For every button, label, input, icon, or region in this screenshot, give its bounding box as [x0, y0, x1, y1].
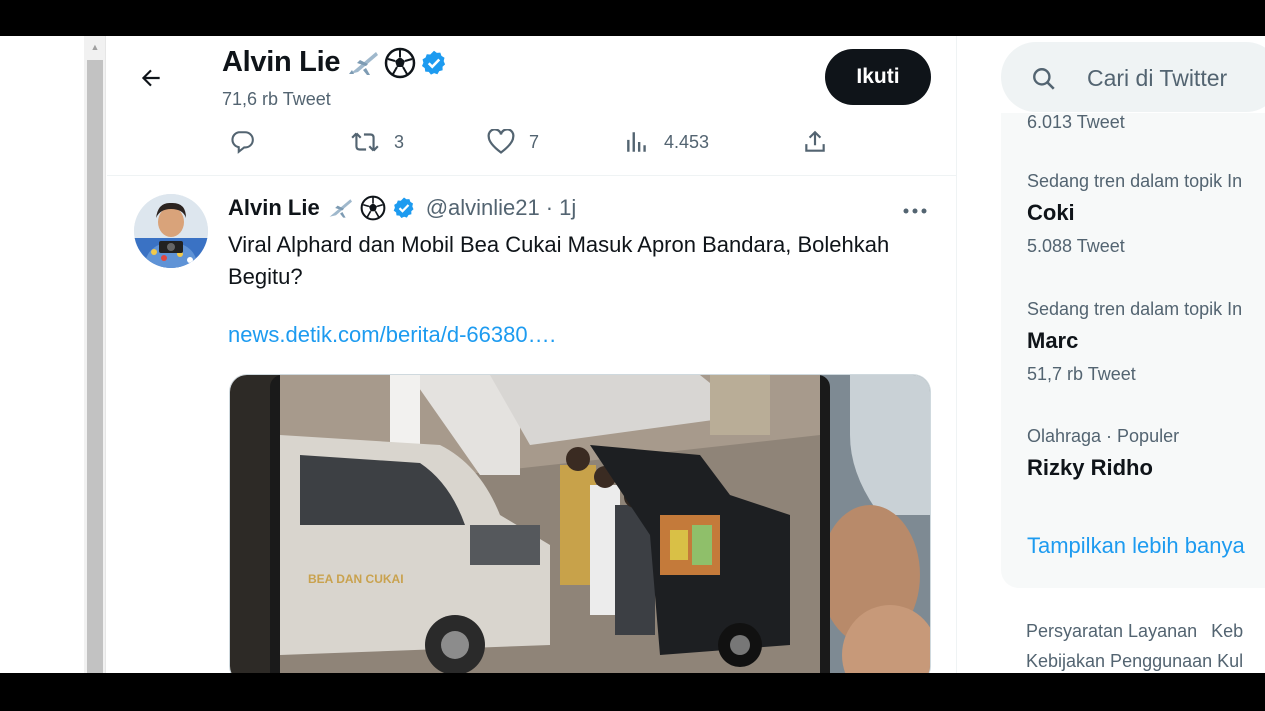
airplane-emoji-icon [329, 199, 352, 218]
letterbox-bottom [0, 673, 1265, 711]
trends-panel: 6.013 Tweet Sedang tren dalam topik In C… [1001, 113, 1265, 588]
trend-item[interactable]: Olahraga · Populer Rizky Ridho [1027, 426, 1265, 481]
profile-tweet-count: 71,6 rb Tweet [222, 89, 331, 109]
scroll-up-arrow-icon[interactable]: ▲ [84, 40, 106, 54]
trend-count: 51,7 rb Tweet [1027, 364, 1136, 384]
reply-button[interactable] [229, 124, 255, 160]
trend-name: Coki [1027, 200, 1075, 225]
browser-viewport: ▲ Alvin Lie 71,6 rb Tweet Ikuti 3 7 4.45… [0, 36, 1265, 673]
retweet-count: 3 [394, 131, 405, 152]
footer-link-usage-policy[interactable]: Kebijakan Penggunaan Kul [1026, 651, 1243, 671]
trend-meta: Olahraga · Populer [1027, 426, 1180, 446]
soccer-ball-emoji-icon [360, 195, 386, 221]
follow-button[interactable]: Ikuti [825, 49, 931, 105]
tweet-author-name[interactable]: Alvin Lie [228, 195, 320, 221]
soccer-ball-emoji-icon [384, 47, 416, 78]
views-chart-icon [627, 132, 646, 152]
tweet-action-bar: 3 7 4.453 [107, 124, 957, 160]
back-button[interactable] [131, 58, 171, 98]
back-arrow-icon [141, 69, 160, 87]
retweet-button[interactable]: 3 [350, 124, 404, 160]
footer-link-terms[interactable]: Persyaratan Layanan [1026, 621, 1197, 641]
like-count: 7 [529, 131, 540, 152]
trend-meta: Sedang tren dalam topik In [1027, 171, 1243, 191]
avatar-photo [134, 194, 208, 268]
share-icon [805, 130, 825, 152]
share-button[interactable] [802, 124, 828, 160]
verified-badge-icon [422, 50, 446, 75]
tweet-image[interactable]: BEA DAN CUKAI [229, 374, 931, 673]
views-button[interactable]: 4.453 [624, 124, 709, 160]
letterbox-top [0, 0, 1265, 36]
trend-item[interactable]: Sedang tren dalam topik In Coki 5.088 Tw… [1027, 171, 1265, 257]
trend-name: Rizky Ridho [1027, 455, 1153, 480]
profile-header: Alvin Lie 71,6 rb Tweet Ikuti 3 7 4.453 [107, 36, 957, 176]
like-button[interactable]: 7 [487, 124, 539, 160]
footer-links: Persyaratan Layanan Keb Kebijakan Penggun… [1026, 616, 1265, 673]
tweet-timestamp[interactable]: 1j [559, 195, 576, 221]
separator-dot: · [545, 195, 554, 220]
tweet-author-handle[interactable]: @alvinlie21 [426, 195, 540, 221]
trend-item[interactable]: Sedang tren dalam topik In Marc 51,7 rb … [1027, 299, 1265, 385]
heart-icon [487, 129, 515, 154]
verified-badge-icon [393, 197, 414, 218]
scrollbar[interactable]: ▲ [84, 36, 106, 673]
main-column: Alvin Lie 71,6 rb Tweet Ikuti 3 7 4.453 … [107, 36, 957, 673]
footer-link-policy[interactable]: Keb [1211, 621, 1243, 641]
retweet-icon [351, 132, 379, 152]
search-box[interactable] [1001, 42, 1265, 112]
avatar[interactable] [134, 194, 208, 268]
view-count: 4.453 [664, 131, 710, 152]
tweet-text: Viral Alphard dan Mobil Bea Cukai Masuk … [228, 232, 890, 289]
name-emojis [346, 47, 448, 79]
tweet-header: Alvin Lie @alvinlie21 · 1j [228, 195, 576, 221]
trend-meta: Sedang tren dalam topik In [1027, 299, 1243, 319]
right-sidebar: 6.013 Tweet Sedang tren dalam topik In C… [958, 36, 1265, 673]
trend-count: 5.088 Tweet [1027, 236, 1125, 256]
airplane-emoji-icon [349, 51, 379, 75]
profile-title-row: Alvin Lie [222, 46, 448, 79]
show-more-link[interactable]: Tampilkan lebih banya [1027, 533, 1245, 559]
tweet-photo: BEA DAN CUKAI [230, 375, 930, 673]
trend-partial-count: 6.013 Tweet [1027, 113, 1125, 129]
more-dots-icon [903, 208, 927, 214]
reply-icon [231, 131, 254, 154]
page-title: Alvin Lie [222, 46, 341, 78]
tweet-link[interactable]: news.detik.com/berita/d-66380…. [228, 322, 556, 348]
scrollbar-thumb[interactable] [87, 60, 103, 673]
trend-name: Marc [1027, 328, 1079, 353]
search-input[interactable] [1087, 58, 1265, 98]
search-icon [1033, 68, 1055, 90]
van-label: BEA DAN CUKAI [308, 572, 404, 586]
tweet-item[interactable]: Alvin Lie @alvinlie21 · 1j Viral Alphard… [107, 177, 957, 673]
more-options-button[interactable] [899, 199, 931, 223]
